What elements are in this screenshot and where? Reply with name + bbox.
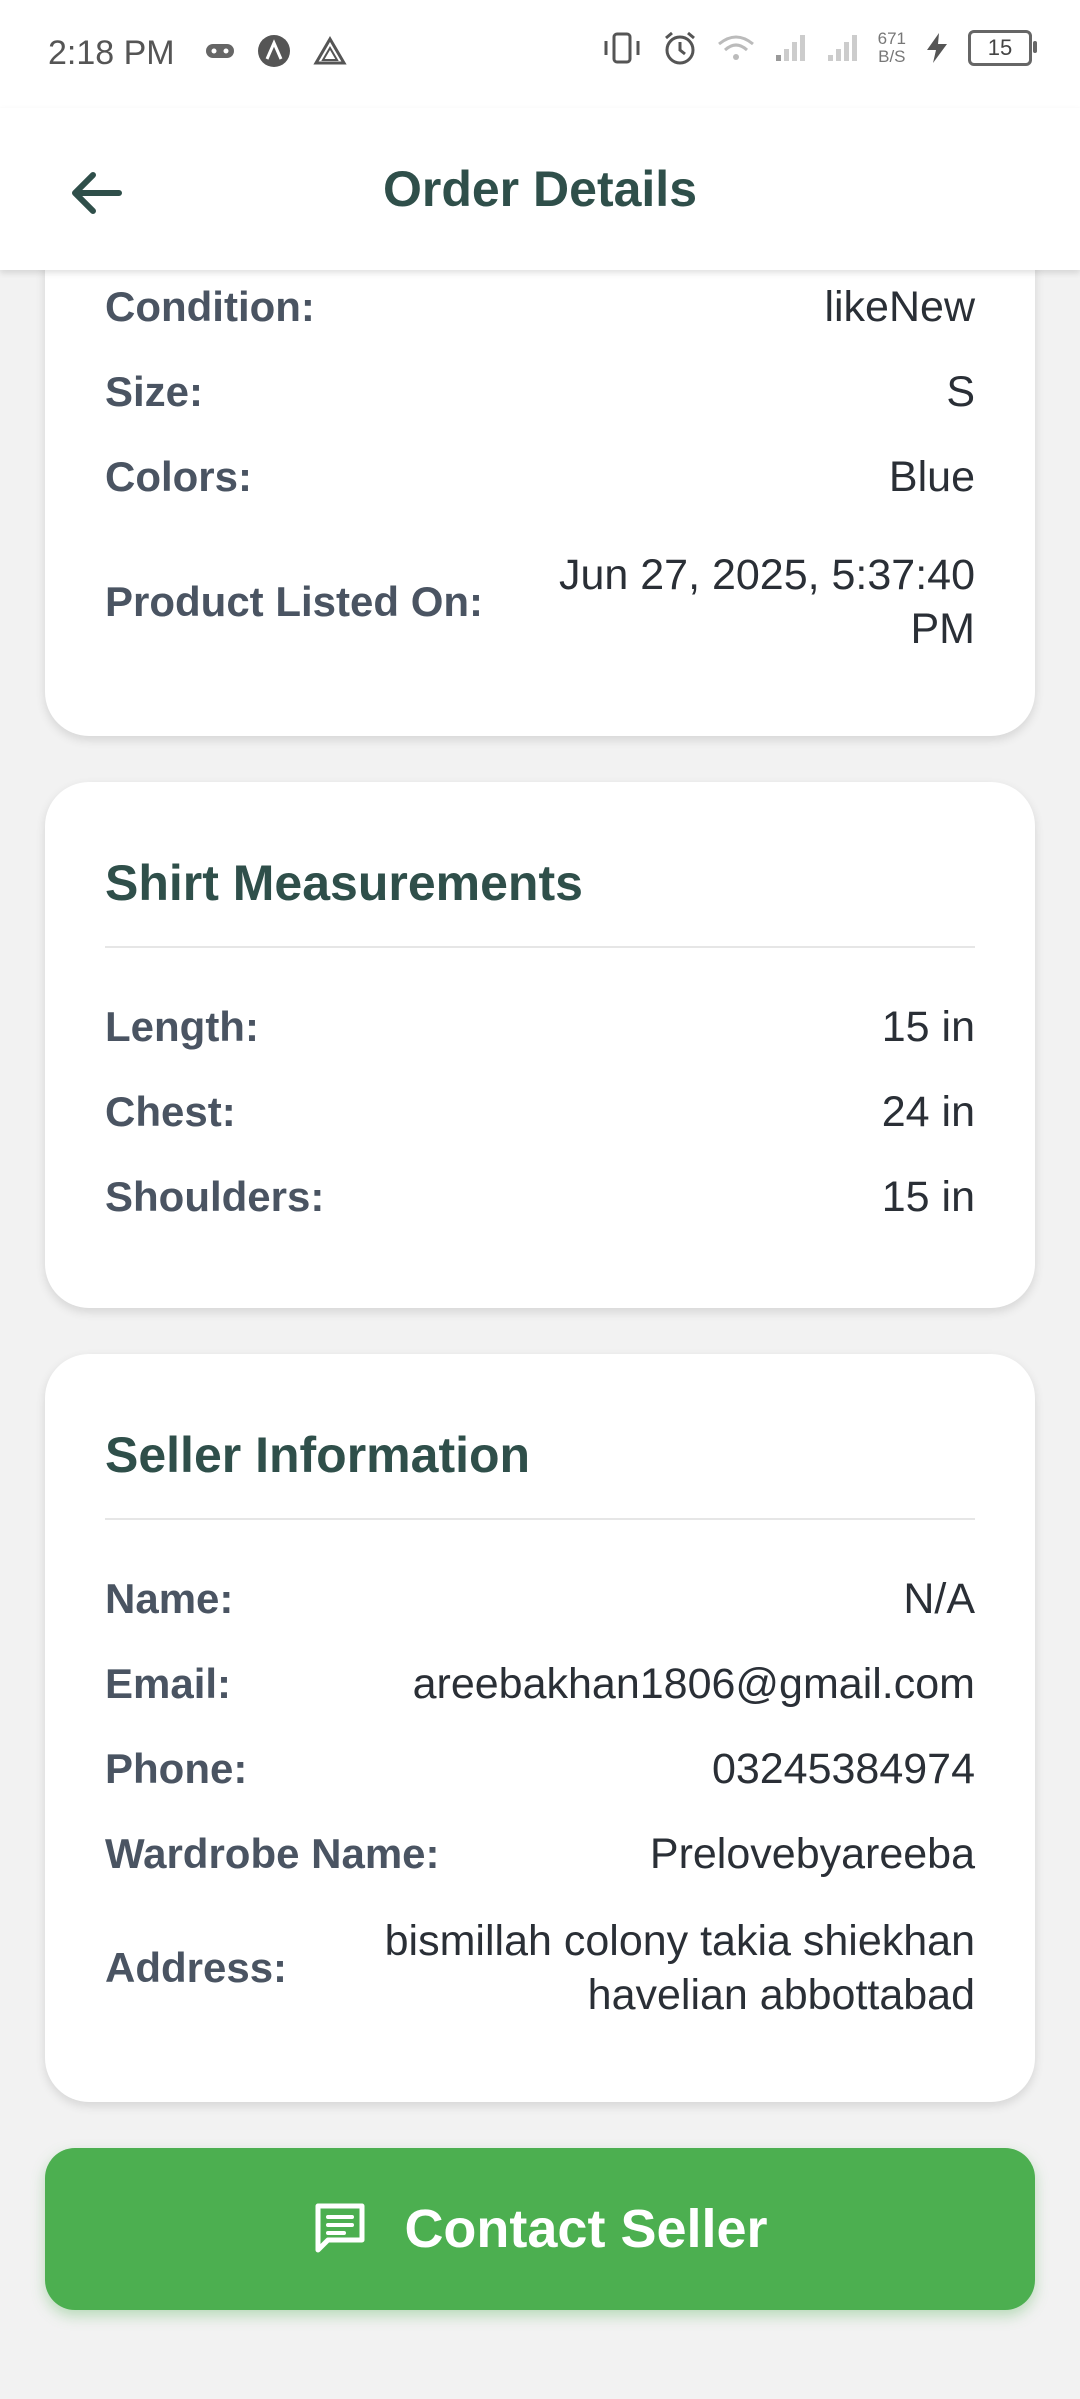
signal-icon [775,35,805,61]
detail-value: S [946,368,975,416]
address-line2: havelian abbottabad [587,1971,975,2019]
detail-label: Size: [105,368,204,415]
seller-value: bismillah colony takia shiekhan havelian… [385,1914,975,2022]
measurement-value: 24 in [881,1088,975,1136]
measurement-label: Length: [105,1003,259,1050]
measurement-row-length: Length: 15 in [105,1000,975,1054]
address-line1: bismillah colony takia shiekhan [384,1917,975,1965]
detail-value: Blue [888,453,975,501]
status-bar: 2:18 PM 671 B/S 15 [0,0,1080,108]
measurement-value: 15 in [881,1173,975,1221]
seller-value: N/A [903,1575,975,1623]
detail-row-condition: Condition: likeNew [105,280,975,334]
net-speed-unit: B/S [878,47,906,66]
net-speed-value: 671 [877,29,906,48]
alarm-icon [664,31,695,65]
battery-level: 15 [987,35,1013,60]
seller-info-card: Seller Information Name: N/A Email: aree… [45,1354,1035,2102]
drive-icon [313,36,347,65]
listed-date-line2: PM [910,605,976,653]
detail-label: Condition: [105,283,315,330]
measurement-row-chest: Chest: 24 in [105,1085,975,1139]
measurement-label: Shoulders: [105,1173,325,1220]
charging-icon [927,33,947,63]
detail-row-colors: Colors: Blue [105,450,975,504]
seller-row-email: Email: areebakhan1806@gmail.com [105,1657,975,1711]
seller-value: Prelovebyareeba [649,1830,975,1878]
seller-label: Phone: [105,1745,248,1792]
status-time: 2:18 PM [48,34,175,72]
net-speed: 671 B/S [878,30,906,66]
measurements-card: Shirt Measurements Length: 15 in Chest: … [45,782,1035,1308]
seller-info-divider [105,1518,975,1520]
seller-row-phone: Phone: 03245384974 [105,1742,975,1796]
battery-icon: 15 [968,30,1037,66]
gamepad-icon [206,44,234,58]
contact-seller-label: Contact Seller [404,2199,768,2259]
seller-label: Email: [105,1660,232,1707]
seller-row-name: Name: N/A [105,1572,975,1626]
vibrate-icon [604,32,640,64]
measurement-row-shoulders: Shoulders: 15 in [105,1170,975,1224]
product-details-card: Condition: likeNew Size: S Colors: Blue … [45,230,1035,736]
seller-row-wardrobe: Wardrobe Name: Prelovebyareeba [105,1827,975,1881]
app-bar: Order Details [0,108,1080,270]
contact-seller-button[interactable]: Contact Seller [45,2148,1035,2310]
seller-label: Address: [105,1944,288,1991]
seller-row-address: Address: bismillah colony takia shiekhan… [105,1914,975,2022]
message-icon [315,2203,365,2253]
measurement-label: Chest: [105,1088,236,1135]
detail-label: Product Listed On: [105,578,483,625]
measurements-title: Shirt Measurements [105,855,583,911]
detail-label: Colors: [105,453,252,500]
wifi-icon [717,35,754,60]
status-left-icons [205,34,347,68]
detail-value: Jun 27, 2025, 5:37:40 PM [559,548,975,656]
seller-value: 03245384974 [711,1745,975,1793]
detail-row-size: Size: S [105,365,975,419]
measurements-divider [105,946,975,948]
signal-icon [827,35,857,61]
measurement-value: 15 in [881,1003,975,1051]
page-title: Order Details [382,161,697,217]
a-circle-icon [258,35,290,67]
seller-info-title: Seller Information [105,1427,531,1483]
status-right-icons: 671 B/S 15 [600,30,1037,66]
detail-value: likeNew [824,283,975,331]
seller-label: Name: [105,1575,234,1622]
detail-row-listed-on: Product Listed On: Jun 27, 2025, 5:37:40… [105,548,975,656]
listed-date-line1: Jun 27, 2025, 5:37:40 [558,551,975,599]
seller-value: areebakhan1806@gmail.com [412,1660,975,1708]
seller-label: Wardrobe Name: [105,1830,440,1877]
